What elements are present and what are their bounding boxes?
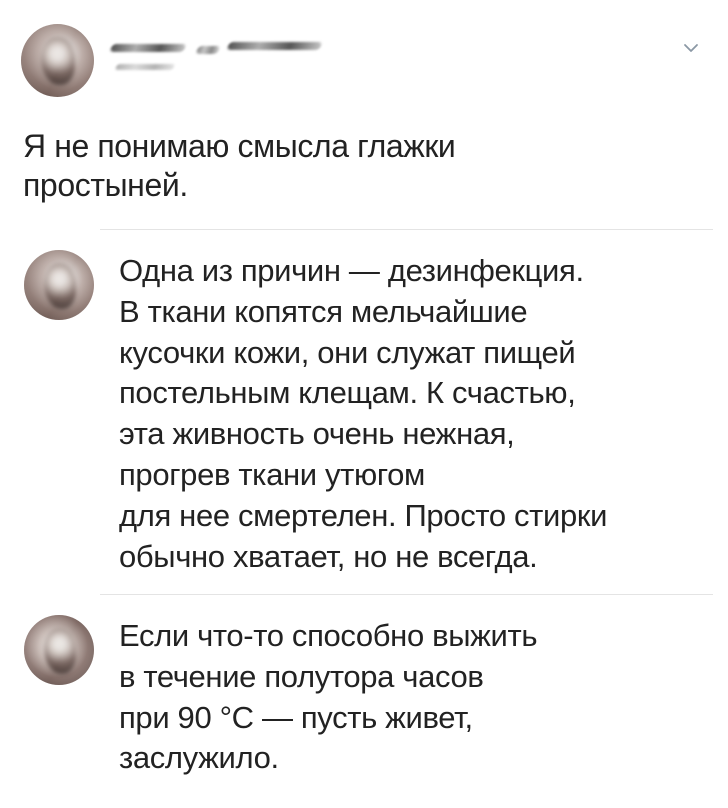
reply-item: Одна из причин — дезинфекция. В ткани ко… bbox=[24, 250, 704, 580]
reply-text-line: при 90 °С — пусть живет, bbox=[119, 699, 473, 735]
reply-divider bbox=[100, 594, 713, 595]
reply-text-line: Одна из причин — дезинфекция. bbox=[119, 253, 584, 288]
reply-text-line: кусочки кожи, они служат пищей bbox=[119, 334, 576, 370]
reply-divider bbox=[100, 229, 713, 230]
reply-text-line: для нее смертелен. Просто стирки bbox=[119, 497, 608, 533]
reply-avatar[interactable] bbox=[24, 615, 94, 685]
chevron-down-icon[interactable] bbox=[683, 40, 699, 56]
reply-text: Одна из причин — дезинфекция. В ткани ко… bbox=[119, 251, 689, 577]
blurred-author-secondary-line bbox=[115, 64, 175, 70]
reply-text-line: эта живность очень нежная, bbox=[119, 416, 515, 452]
reply-text-line: В ткани копятся мельчайшие bbox=[119, 293, 528, 329]
reply-text: Если что-то способно выжить в течение по… bbox=[119, 616, 689, 779]
main-post-text: Я не понимаю смысла глажки простыней. bbox=[23, 127, 563, 205]
blurred-author-separator bbox=[195, 46, 221, 54]
blurred-author-name bbox=[109, 44, 187, 52]
reply-text-line: в течение полутора часов bbox=[119, 658, 484, 694]
main-post-text-line: Я не понимаю смысла глажки bbox=[23, 128, 456, 164]
reply-item: Если что-то способно выжить в течение по… bbox=[24, 615, 704, 785]
reply-text-line: Если что-то способно выжить bbox=[119, 618, 538, 653]
reply-text-line: заслужило. bbox=[119, 740, 279, 776]
post-header bbox=[21, 24, 711, 97]
author-avatar[interactable] bbox=[21, 24, 94, 97]
reply-text-line: прогрев ткани утюгом bbox=[119, 456, 425, 492]
reply-avatar[interactable] bbox=[24, 250, 94, 320]
blurred-author-identity bbox=[109, 42, 331, 84]
blurred-author-handle bbox=[226, 42, 323, 50]
main-post-text-line: простыней. bbox=[23, 167, 188, 203]
reply-text-line: постельным клещам. К счастью, bbox=[119, 375, 576, 411]
reply-text-line: обычно хватает, но не всегда. bbox=[119, 538, 538, 574]
